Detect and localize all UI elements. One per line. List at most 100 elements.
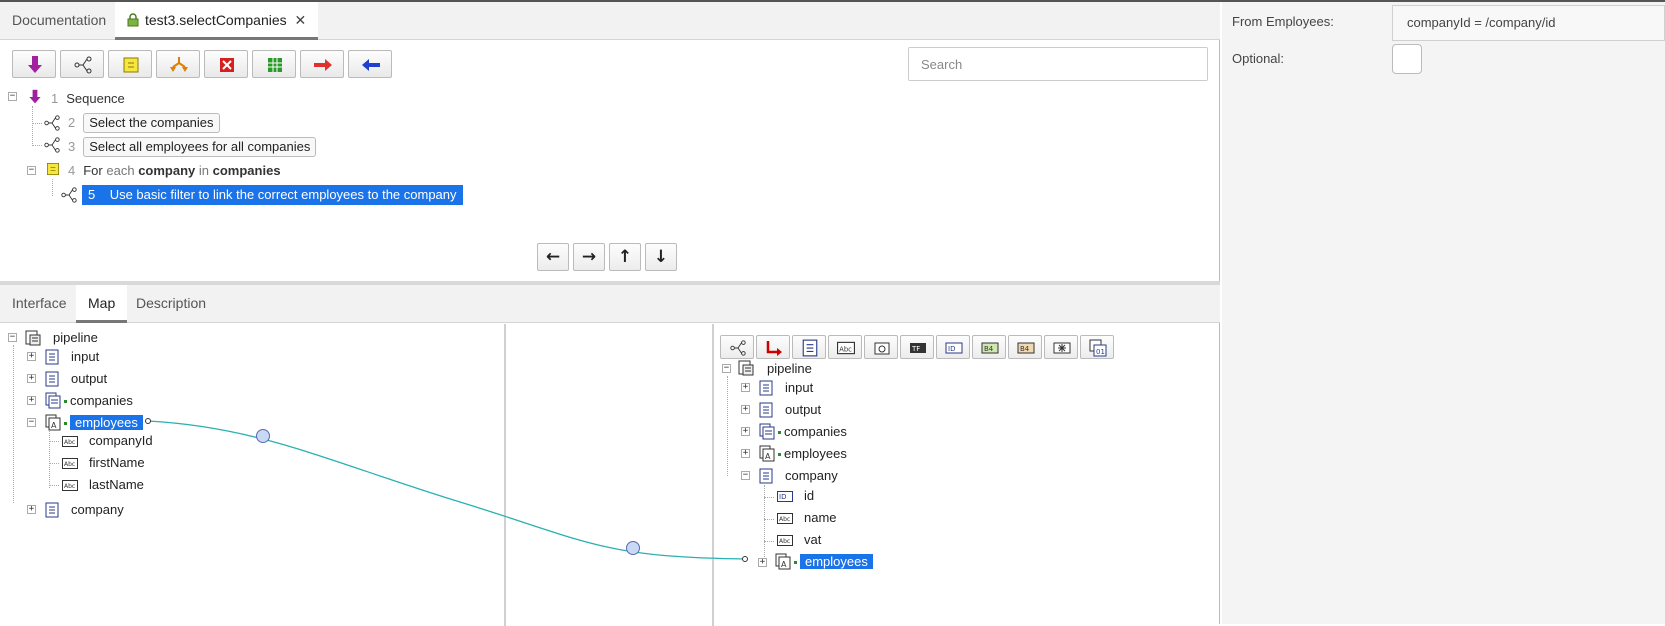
add-byte-button[interactable]: B4 (972, 335, 1006, 359)
modified-marker (778, 431, 781, 435)
each-keyword: each (106, 163, 135, 178)
map-copy-button[interactable] (720, 335, 754, 359)
drop-arrow-icon (766, 341, 782, 356)
add-boolean-button[interactable]: TF (900, 335, 934, 359)
tree-node-pipeline[interactable]: pipeline (53, 328, 98, 348)
tree-node-company[interactable]: company (71, 500, 124, 520)
add-decimal-button[interactable] (1044, 335, 1078, 359)
tree-node-vat[interactable]: vat (804, 530, 821, 550)
move-left-button[interactable]: ← (537, 243, 569, 271)
tree-node-firstname[interactable]: firstName (89, 453, 145, 473)
svg-text:Abc: Abc (64, 439, 75, 446)
editor-tabs: Documentation test3.selectCompanies ✕ (0, 2, 1220, 40)
tree-line (764, 541, 774, 542)
expand-toggle[interactable]: + (741, 405, 750, 414)
document-icon (45, 502, 59, 518)
collapse-toggle[interactable]: − (27, 166, 36, 175)
expand-toggle[interactable]: + (741, 383, 750, 392)
tree-node-employees[interactable]: employees (778, 444, 847, 464)
modified-marker (778, 453, 781, 457)
expand-toggle[interactable]: + (741, 427, 750, 436)
optional-checkbox[interactable] (1392, 44, 1422, 74)
document-reference-icon: A (775, 553, 791, 570)
svg-text:01: 01 (1096, 348, 1105, 356)
tree-node-id[interactable]: id (804, 486, 814, 506)
collapse-toggle[interactable]: − (27, 418, 36, 427)
tree-node-output[interactable]: output (785, 400, 821, 420)
try-button[interactable] (300, 50, 344, 78)
flow-step-3[interactable]: 3 Select all employees for all companies (68, 136, 317, 158)
add-string-button[interactable]: Abc (828, 335, 862, 359)
map-button[interactable] (60, 50, 104, 78)
close-icon[interactable]: ✕ (295, 12, 307, 28)
tab-test3-selectcompanies[interactable]: test3.selectCompanies ✕ (115, 2, 319, 40)
collapse-toggle[interactable]: − (8, 333, 17, 342)
step-number: 3 (68, 139, 76, 154)
tree-node-lastname[interactable]: lastName (89, 475, 144, 495)
svg-text:B4: B4 (1020, 345, 1030, 353)
invoke-icon (29, 89, 41, 104)
move-up-button[interactable]: ↑ (609, 243, 641, 271)
tree-line (764, 519, 774, 520)
tree-node-pipeline[interactable]: pipeline (767, 359, 812, 379)
repeat-button[interactable] (252, 50, 296, 78)
move-right-button[interactable]: → (573, 243, 605, 271)
flow-step-2[interactable]: 2 Select the companies (68, 112, 220, 134)
move-down-button[interactable]: ↓ (645, 243, 677, 271)
selected-step: 5 Use basic filter to link the correct e… (82, 185, 463, 205)
tree-node-input[interactable]: input (71, 347, 99, 367)
search-input[interactable] (908, 47, 1208, 81)
step-number: 4 (68, 163, 76, 178)
id-icon: ID (777, 491, 793, 502)
tree-node-employees[interactable]: employees (64, 413, 143, 433)
tab-description[interactable]: Description (124, 285, 218, 323)
document-list-icon (45, 392, 61, 409)
loop-button[interactable] (108, 50, 152, 78)
tree-node-company[interactable]: company (785, 466, 838, 486)
tree-node-input[interactable]: input (785, 378, 813, 398)
add-id-button[interactable]: ID (936, 335, 970, 359)
drop-button[interactable] (756, 335, 790, 359)
collapse-toggle[interactable]: − (741, 471, 750, 480)
branch-button[interactable] (156, 50, 200, 78)
step-label: Select all employees for all companies (83, 137, 317, 157)
tree-node-output[interactable]: output (71, 369, 107, 389)
add-object-button[interactable] (864, 335, 898, 359)
tree-line (49, 441, 59, 442)
add-list-button[interactable]: 01 (1080, 335, 1114, 359)
string-icon: Abc (777, 513, 793, 524)
expand-toggle[interactable]: + (27, 374, 36, 383)
tree-node-company-employees[interactable]: employees (794, 552, 873, 572)
expand-toggle[interactable]: + (741, 449, 750, 458)
collapse-toggle[interactable]: − (722, 364, 731, 373)
step-tabs: Interface Map Description (0, 285, 1220, 323)
modified-marker (64, 422, 67, 426)
add-binary-button[interactable]: B4 (1008, 335, 1042, 359)
expand-toggle[interactable]: + (27, 505, 36, 514)
tree-node-name[interactable]: name (804, 508, 837, 528)
for-keyword: For (83, 163, 103, 178)
tab-map[interactable]: Map (76, 285, 128, 323)
tree-node-companies[interactable]: companies (778, 422, 847, 442)
invoke-button[interactable] (12, 50, 56, 78)
expand-toggle[interactable]: + (27, 352, 36, 361)
tree-node-companies[interactable]: companies (64, 391, 133, 411)
add-document-button[interactable] (792, 335, 826, 359)
from-employees-value[interactable]: companyId = /company/id (1392, 5, 1665, 41)
flow-step-5[interactable]: 5 Use basic filter to link the correct e… (82, 184, 463, 206)
node-label: employees (70, 415, 143, 430)
tab-interface[interactable]: Interface (0, 285, 78, 323)
flow-step-1[interactable]: 1 Sequence (51, 88, 125, 110)
expand-toggle[interactable]: + (27, 396, 36, 405)
boolean-icon: TF (910, 343, 926, 353)
tree-node-companyid[interactable]: companyId (89, 431, 153, 451)
exit-button[interactable] (204, 50, 248, 78)
map-icon (730, 340, 746, 356)
collapse-toggle[interactable]: − (8, 92, 17, 101)
tab-documentation[interactable]: Documentation (0, 2, 118, 40)
flow-step-4[interactable]: 4 For each company in companies (68, 160, 281, 182)
expand-toggle[interactable]: + (758, 558, 767, 567)
exit-icon (220, 58, 234, 72)
tree-line (49, 430, 50, 488)
catch-button[interactable] (348, 50, 392, 78)
